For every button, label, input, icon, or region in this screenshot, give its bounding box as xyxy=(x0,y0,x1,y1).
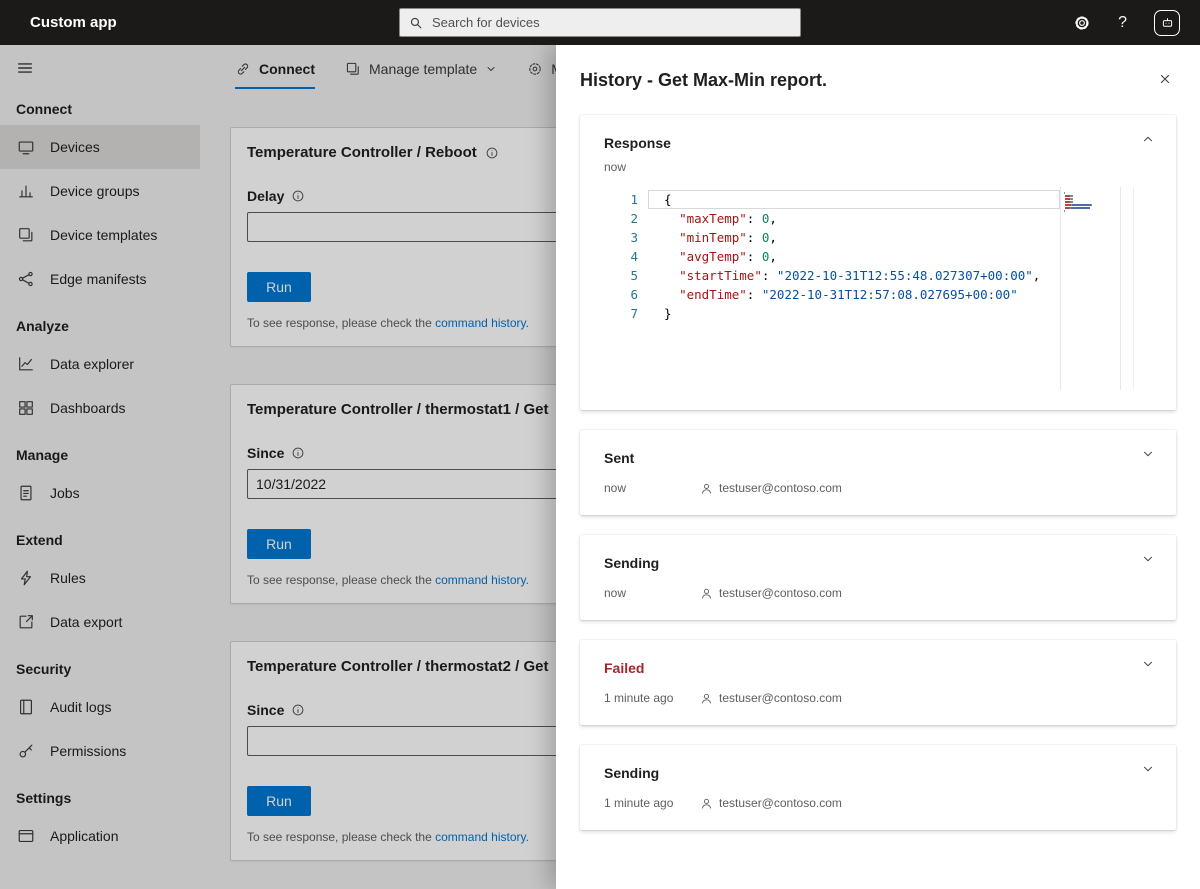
search-box[interactable] xyxy=(399,8,801,37)
entry-meta-row: 1 minute ago testuser@contoso.com xyxy=(604,796,1152,810)
person-icon xyxy=(700,692,713,705)
chevron-up-icon[interactable] xyxy=(1141,132,1155,146)
code-text: } xyxy=(664,306,672,321)
entry-time: 1 minute ago xyxy=(604,796,674,810)
person-icon xyxy=(700,482,713,495)
entry-status-title: Failed xyxy=(604,660,645,676)
history-entry-sending-3: Sending 1 minute ago testuser@contoso.com xyxy=(580,745,1176,830)
history-panel: History - Get Max-Min report. Response n… xyxy=(556,45,1200,889)
code-text: "endTime": "2022-10-31T12:57:08.027695+0… xyxy=(679,287,1018,302)
help-icon[interactable]: ? xyxy=(1118,14,1127,32)
entry-meta-row: 1 minute ago testuser@contoso.com xyxy=(604,691,1152,705)
line-number: 3 xyxy=(630,230,638,245)
code-line: 3 "minTemp": 0, xyxy=(604,228,1060,247)
chevron-down-icon[interactable] xyxy=(1141,762,1155,776)
history-entry-failed-2: Failed 1 minute ago testuser@contoso.com xyxy=(580,640,1176,725)
code-line: 4 "avgTemp": 0, xyxy=(604,247,1060,266)
code-line: 7} xyxy=(604,304,1060,323)
entry-time: 1 minute ago xyxy=(604,691,674,705)
line-number: 6 xyxy=(630,287,638,302)
close-icon[interactable] xyxy=(1154,68,1176,93)
chevron-down-icon[interactable] xyxy=(1141,447,1155,461)
response-title: Response xyxy=(604,135,671,151)
settings-gear-icon[interactable] xyxy=(1073,14,1091,32)
editor-scrollbar[interactable] xyxy=(1120,187,1134,390)
code-editor[interactable]: 1{2 "maxTemp": 0, 3 "minTemp": 0, 4 "avgTe… xyxy=(604,187,1134,390)
minimap-line xyxy=(1064,198,1117,200)
account-robot-icon xyxy=(1160,15,1175,30)
entry-time: now xyxy=(604,586,627,600)
panel-title: History - Get Max-Min report. xyxy=(580,70,828,90)
entry-status-title: Sending xyxy=(604,555,660,571)
code-text: "startTime": "2022-10-31T12:55:48.027307… xyxy=(679,268,1041,283)
minimap-line xyxy=(1064,201,1117,203)
code-text: "minTemp": 0, xyxy=(679,230,777,245)
search-icon xyxy=(409,16,423,30)
entry-status-title: Sent xyxy=(604,450,635,466)
code-line: 1{ xyxy=(604,190,1060,209)
person-icon xyxy=(700,587,713,600)
close-x-glyph xyxy=(1158,72,1172,86)
code-text: "maxTemp": 0, xyxy=(679,211,777,226)
entry-user-email: testuser@contoso.com xyxy=(719,586,842,600)
code-text: "avgTemp": 0, xyxy=(679,249,777,264)
chevron-down-icon[interactable] xyxy=(1141,657,1155,671)
app-header: Custom app ? xyxy=(0,0,1200,45)
minimap xyxy=(1060,187,1120,390)
minimap-line xyxy=(1064,207,1117,209)
response-time: now xyxy=(604,160,627,174)
panel-header: History - Get Max-Min report. xyxy=(556,45,1200,93)
code-area: 1{2 "maxTemp": 0, 3 "minTemp": 0, 4 "avgTe… xyxy=(604,187,1060,390)
code-line: 6 "endTime": "2022-10-31T12:57:08.027695… xyxy=(604,285,1060,304)
entry-status-title: Sending xyxy=(604,765,660,781)
line-number: 2 xyxy=(630,211,638,226)
entry-user-email: testuser@contoso.com xyxy=(719,481,842,495)
line-number: 7 xyxy=(630,306,638,321)
search-input[interactable] xyxy=(430,14,791,31)
code-text: { xyxy=(648,190,1060,209)
minimap-line xyxy=(1064,210,1117,212)
line-number: 1 xyxy=(630,192,638,207)
code-line: 2 "maxTemp": 0, xyxy=(604,209,1060,228)
line-number: 4 xyxy=(630,249,638,264)
app-title: Custom app xyxy=(30,14,117,31)
line-number: 5 xyxy=(630,268,638,283)
history-entry-sent-0: Sent now testuser@contoso.com xyxy=(580,430,1176,515)
entry-user-email: testuser@contoso.com xyxy=(719,691,842,705)
minimap-line xyxy=(1064,204,1117,206)
minimap-line xyxy=(1064,195,1117,197)
history-entry-sending-1: Sending now testuser@contoso.com xyxy=(580,535,1176,620)
chevron-down-icon[interactable] xyxy=(1141,552,1155,566)
entry-time: now xyxy=(604,481,627,495)
person-icon xyxy=(700,797,713,810)
entry-user-email: testuser@contoso.com xyxy=(719,796,842,810)
minimap-line xyxy=(1064,192,1117,194)
panel-body: Response now 1{2 "maxTemp": 0, 3 "minTemp… xyxy=(556,93,1200,867)
entry-meta-row: now testuser@contoso.com xyxy=(604,586,1152,600)
code-line: 5 "startTime": "2022-10-31T12:55:48.0273… xyxy=(604,266,1060,285)
entry-meta-row: now testuser@contoso.com xyxy=(604,481,1152,495)
avatar[interactable] xyxy=(1154,9,1180,36)
header-actions: ? xyxy=(1073,9,1180,36)
response-card: Response now 1{2 "maxTemp": 0, 3 "minTemp… xyxy=(580,115,1176,410)
